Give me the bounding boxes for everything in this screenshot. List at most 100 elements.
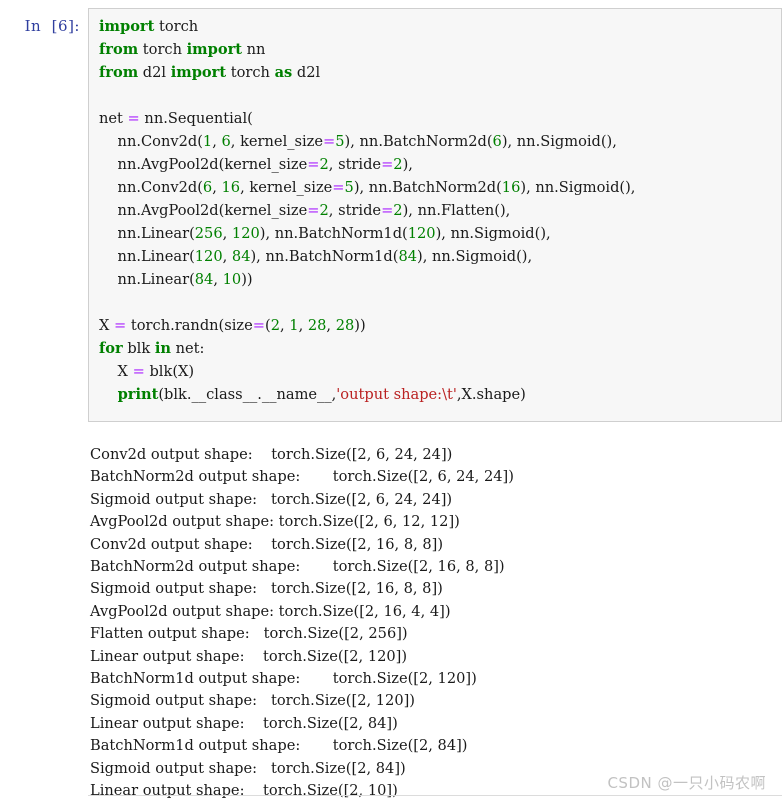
output-line: Sigmoid output shape: torch.Size([2, 84]…	[90, 759, 406, 777]
code-token-kw: from	[99, 41, 139, 58]
csdn-watermark: CSDN @一只小码农啊	[607, 774, 766, 792]
code-token-num: 1	[202, 133, 213, 150]
output-line: BatchNorm2d output shape: torch.Size([2,…	[90, 558, 505, 576]
code-token-num: 5	[344, 179, 354, 196]
code-token-pln: , kernel_size	[230, 133, 324, 150]
code-token-num: 2	[393, 202, 403, 219]
code-token-op: =	[332, 179, 345, 196]
code-token-num: 6	[221, 133, 231, 150]
code-token-pln: nn.Conv2d(	[99, 133, 203, 150]
cell-bottom-divider	[88, 795, 782, 796]
code-token-op: =	[381, 202, 394, 219]
output-line: BatchNorm2d output shape: torch.Size([2,…	[90, 468, 514, 486]
code-token-pln: net	[99, 110, 128, 127]
code-token-kw: from	[99, 64, 139, 81]
code-cell-output-row: Conv2d output shape: torch.Size([2, 6, 2…	[0, 440, 782, 807]
code-token-pln: torch	[138, 41, 187, 58]
code-token-pln: nn	[242, 41, 266, 58]
code-token-str: 'output shape:\t'	[336, 386, 457, 403]
output-line: Linear output shape: torch.Size([2, 10])	[90, 782, 398, 800]
code-token-pln: d2l	[292, 64, 321, 81]
code-token-num: 10	[222, 271, 242, 288]
output-line: Conv2d output shape: torch.Size([2, 16, …	[90, 535, 444, 553]
code-token-pln: (blk.__class__.__name__,	[158, 386, 337, 403]
code-token-num: 2	[319, 202, 329, 219]
code-token-num: 28	[335, 317, 355, 334]
code-token-op: =	[127, 110, 140, 127]
code-token-pln: , stride	[328, 202, 382, 219]
code-token-pln: ), nn.Sigmoid(),	[501, 133, 617, 150]
code-token-pln: torch	[226, 64, 275, 81]
code-token-pln	[99, 386, 118, 403]
code-cell-input-row: In [6]: import torch from torch import n…	[0, 8, 782, 422]
code-token-num: 84	[398, 248, 418, 265]
code-token-pln: ))	[354, 317, 366, 334]
code-token-num: 2	[319, 156, 329, 173]
code-token-num: 5	[335, 133, 345, 150]
stdout-output: Conv2d output shape: torch.Size([2, 6, 2…	[80, 440, 782, 807]
code-editor[interactable]: import torch from torch import nn from d…	[88, 8, 782, 422]
code-token-pln: , kernel_size	[240, 179, 333, 196]
code-token-op: =	[307, 202, 320, 219]
code-token-num: 16	[221, 179, 241, 196]
output-line: BatchNorm1d output shape: torch.Size([2,…	[90, 670, 477, 688]
code-token-kw: in	[154, 340, 171, 357]
stdout-text: Conv2d output shape: torch.Size([2, 6, 2…	[90, 444, 778, 803]
code-token-pln: blk	[122, 340, 155, 357]
code-token-op: =	[132, 363, 145, 380]
output-line: Sigmoid output shape: torch.Size([2, 6, …	[90, 490, 453, 508]
output-line: BatchNorm1d output shape: torch.Size([2,…	[90, 737, 468, 755]
code-token-pln: ), nn.Sigmoid(),	[417, 248, 533, 265]
output-line: Flatten output shape: torch.Size([2, 256…	[90, 625, 408, 643]
code-token-pln: ), nn.BatchNorm1d(	[250, 248, 399, 265]
code-token-pln: ),	[402, 156, 413, 173]
code-token-pln: ), nn.BatchNorm2d(	[353, 179, 502, 196]
code-token-pln: ,	[279, 317, 290, 334]
code-token-pln: ), nn.BatchNorm1d(	[259, 225, 408, 242]
code-token-op: =	[323, 133, 336, 150]
code-token-op: =	[381, 156, 394, 173]
code-token-kw: print	[117, 386, 159, 403]
code-token-kw: for	[99, 340, 123, 357]
code-token-pln: X	[99, 317, 115, 334]
code-token-num: 84	[194, 271, 214, 288]
code-token-pln: X	[99, 363, 133, 380]
output-line: Sigmoid output shape: torch.Size([2, 16,…	[90, 580, 443, 598]
code-token-num: 120	[231, 225, 260, 242]
output-line: AvgPool2d output shape: torch.Size([2, 6…	[90, 513, 460, 531]
code-token-pln: torch	[154, 18, 199, 35]
code-token-num: 6	[202, 179, 213, 196]
code-token-pln: net:	[171, 340, 205, 357]
code-token-pln: ), nn.Flatten(),	[402, 202, 511, 219]
code-token-num: 28	[307, 317, 327, 334]
output-line: Conv2d output shape: torch.Size([2, 6, 2…	[90, 446, 453, 463]
code-token-pln: nn.Linear(	[99, 248, 195, 265]
code-token-op: =	[307, 156, 320, 173]
code-token-pln: nn.Linear(	[99, 225, 195, 242]
code-token-num: 16	[501, 179, 521, 196]
code-token-pln: d2l	[138, 64, 171, 81]
code-source[interactable]: import torch from torch import nn from d…	[99, 15, 777, 406]
output-line: AvgPool2d output shape: torch.Size([2, 1…	[90, 602, 451, 620]
code-token-op: =	[114, 317, 127, 334]
code-token-pln: blk(X)	[144, 363, 195, 380]
code-token-num: 120	[407, 225, 436, 242]
output-line: Linear output shape: torch.Size([2, 120]…	[90, 647, 408, 665]
output-line: Sigmoid output shape: torch.Size([2, 120…	[90, 692, 415, 710]
code-token-pln: ,	[212, 133, 222, 150]
code-token-pln: ), nn.Sigmoid(),	[520, 179, 636, 196]
code-token-kw: import	[186, 41, 242, 58]
code-token-pln: nn.Linear(	[99, 271, 195, 288]
code-token-num: 256	[194, 225, 223, 242]
code-token-pln: nn.AvgPool2d(kernel_size	[99, 202, 308, 219]
code-token-kw: as	[274, 64, 293, 81]
code-token-pln: ,	[222, 225, 232, 242]
code-token-pln: ,	[222, 248, 232, 265]
code-token-num: 2	[393, 156, 403, 173]
code-token-pln: , stride	[328, 156, 382, 173]
code-token-num: 84	[231, 248, 251, 265]
code-token-pln: ,	[298, 317, 308, 334]
code-token-pln: torch.randn(size	[126, 317, 253, 334]
code-token-pln: ,	[326, 317, 336, 334]
code-token-op: =	[252, 317, 265, 334]
